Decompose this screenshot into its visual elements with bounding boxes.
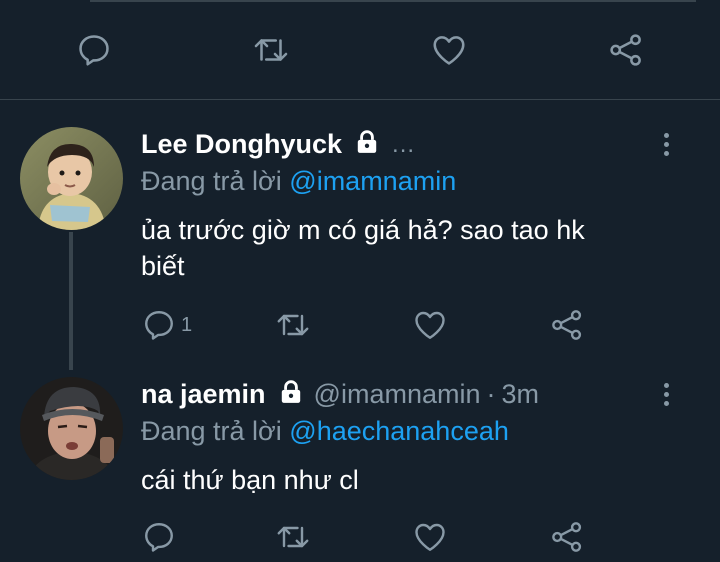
share-icon [552, 310, 582, 340]
tweet-text-line: cái thứ bạn như cl [141, 465, 359, 495]
heart-icon [433, 36, 465, 65]
reply-button[interactable]: 1 [141, 307, 192, 343]
more-options-button[interactable] [664, 133, 670, 160]
retweet-icon [277, 314, 309, 336]
retweet-icon [254, 39, 288, 61]
mention-link[interactable]: @imamnamin [289, 166, 456, 196]
avatar[interactable] [20, 377, 123, 480]
lock-icon [354, 129, 380, 160]
reply-button[interactable] [141, 519, 177, 555]
avatar[interactable] [20, 127, 123, 230]
user-handle[interactable]: @imamnamin [314, 379, 481, 410]
tweet-header: na jaemin @imamnamin · 3m [141, 379, 539, 410]
thread-connector [69, 232, 73, 370]
replying-to-label: Đang trả lời [141, 416, 282, 446]
retweet-button[interactable] [274, 519, 312, 555]
tweet-text-line: ủa trước giờ m có giá hả? sao tao hk [141, 215, 585, 245]
reply-count: 1 [181, 314, 193, 336]
heart-icon [415, 311, 445, 339]
divider [0, 99, 720, 100]
tweet-text: ủa trước giờ m có giá hả? sao tao hk biế… [141, 212, 701, 284]
mention-link[interactable]: @haechanahceah [289, 416, 509, 446]
share-icon [610, 34, 641, 66]
reply-icon [79, 35, 109, 66]
like-button[interactable] [412, 307, 448, 343]
reply-button[interactable] [75, 31, 113, 69]
separator: · [486, 379, 496, 409]
share-button[interactable] [549, 307, 585, 343]
truncated-handle: ... [392, 130, 416, 158]
display-name[interactable]: na jaemin [141, 379, 266, 410]
timestamp[interactable]: 3m [502, 379, 540, 410]
replying-to-label: Đang trả lời [141, 166, 282, 196]
retweet-button[interactable] [274, 307, 312, 343]
more-icon [664, 133, 669, 138]
reply-icon [145, 311, 173, 340]
like-button[interactable] [430, 31, 468, 69]
share-button[interactable] [606, 31, 646, 69]
tweet-header: Lee Donghyuck ... [141, 129, 415, 160]
heart-icon [415, 523, 445, 551]
retweet-button[interactable] [251, 31, 291, 69]
share-icon [552, 522, 582, 552]
replying-to: Đang trả lời @imamnamin [141, 166, 456, 197]
lock-icon [278, 379, 304, 410]
tweet-text: cái thứ bạn như cl [141, 462, 701, 498]
share-button[interactable] [549, 519, 585, 555]
previous-tweet-border [90, 0, 696, 2]
display-name[interactable]: Lee Donghyuck [141, 129, 342, 160]
more-icon [664, 383, 669, 388]
retweet-icon [277, 526, 309, 548]
reply-icon [145, 523, 173, 552]
more-options-button[interactable] [664, 383, 670, 410]
like-button[interactable] [412, 519, 448, 555]
tweet-text-line: biết [141, 251, 185, 281]
replying-to: Đang trả lời @haechanahceah [141, 416, 509, 447]
